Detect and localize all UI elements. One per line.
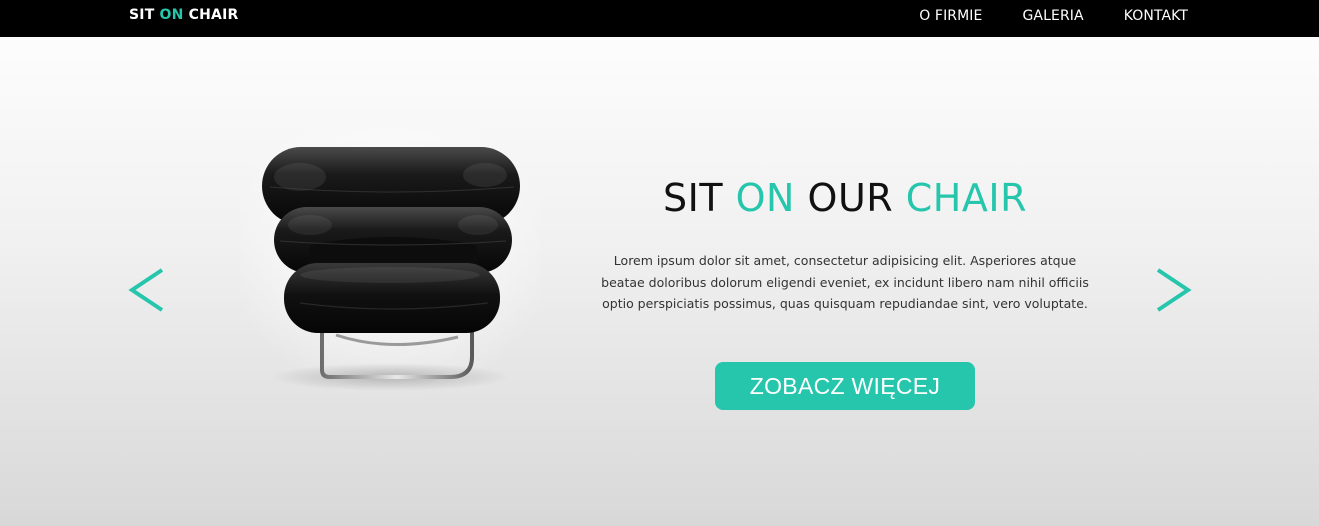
logo-text-part1: SIT: [129, 7, 160, 23]
see-more-button[interactable]: ZOBACZ WIĘCEJ: [715, 362, 975, 410]
nav-link-galeria[interactable]: GALERIA: [1022, 8, 1083, 24]
nav-link-o-firmie[interactable]: O FIRMIE: [919, 8, 982, 24]
hero-description: Lorem ipsum dolor sit amet, consectetur …: [601, 253, 1089, 311]
hero-title-accent1: ON: [735, 176, 795, 220]
slider-next-button[interactable]: [1153, 262, 1193, 318]
logo-text-accent: ON: [159, 7, 184, 23]
chevron-right-icon: [1156, 268, 1192, 312]
hero-title: SIT ON OUR CHAIR: [595, 172, 1095, 224]
top-navbar: SIT ON CHAIR O FIRMIE GALERIA KONTAKT: [0, 0, 1319, 37]
chevron-left-icon: [128, 268, 164, 312]
hero-title-part1: SIT: [663, 176, 736, 220]
logo-text-part3: CHAIR: [183, 7, 239, 23]
main-nav: O FIRMIE GALERIA KONTAKT: [879, 0, 1188, 31]
hero-title-accent2: CHAIR: [905, 176, 1027, 220]
chair-image: [240, 125, 540, 400]
slider-prev-button[interactable]: [127, 262, 167, 318]
site-logo[interactable]: SIT ON CHAIR: [129, 0, 238, 31]
hero-title-part3: OUR: [794, 176, 906, 220]
nav-link-kontakt[interactable]: KONTAKT: [1124, 8, 1188, 24]
